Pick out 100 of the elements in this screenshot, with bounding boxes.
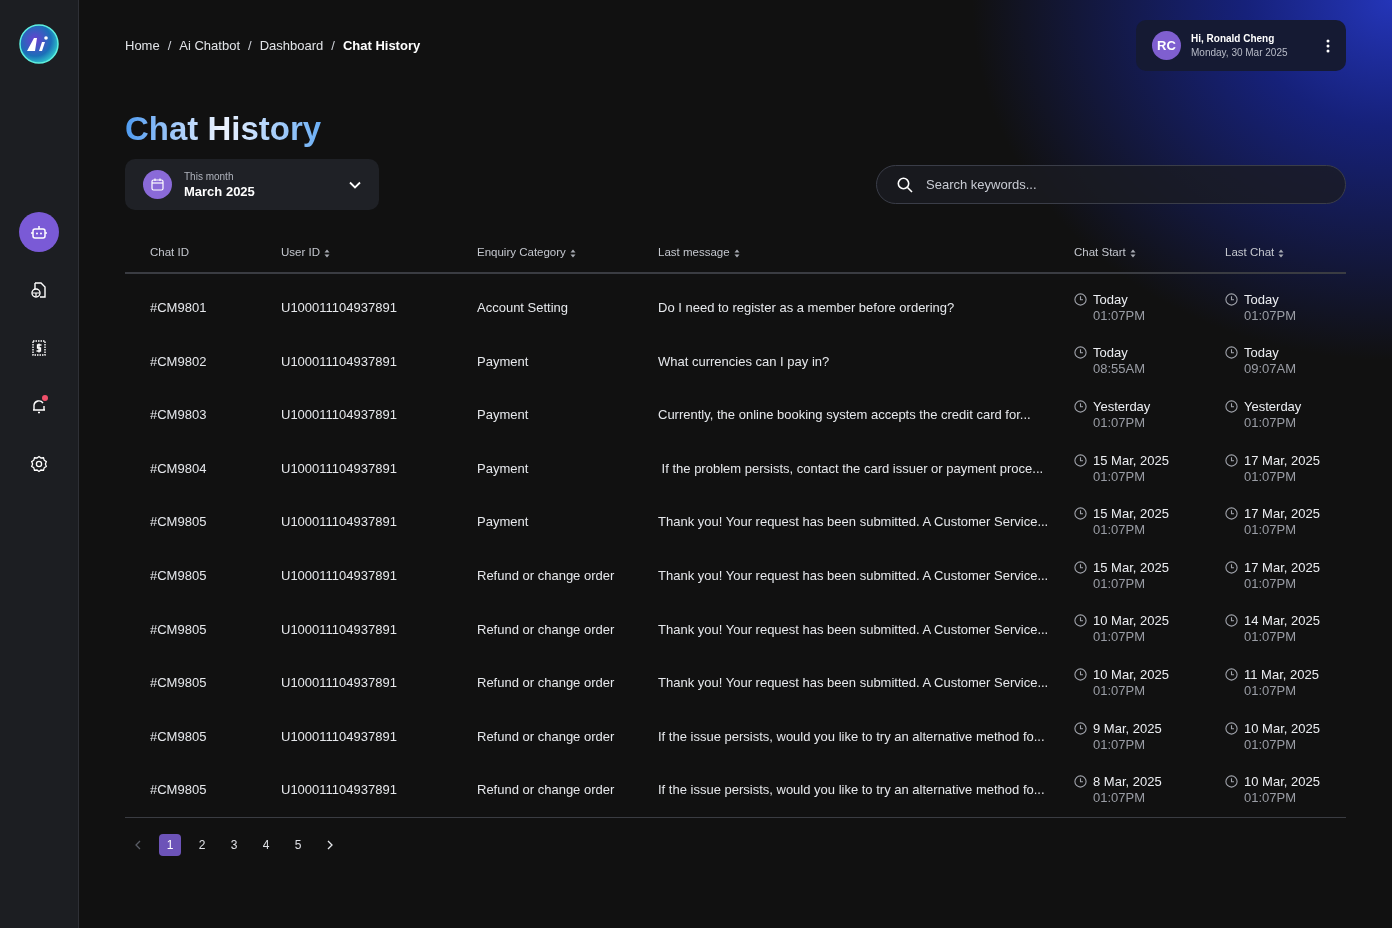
page-button[interactable]: 3 [223,833,245,856]
table-cell-text: U100011104937891 [281,567,397,585]
clock-icon [1074,560,1087,574]
page-button[interactable]: 5 [287,833,309,856]
date-text: 8 Mar, 2025 [1093,774,1162,791]
time-text: 01:07PM [1093,575,1147,592]
column-header[interactable]: Chat Start [1074,244,1126,262]
date-text: 10 Mar, 2025 [1244,774,1320,791]
column-header[interactable]: User ID [281,244,320,262]
page-button[interactable]: 1 [159,833,181,856]
table-cell-text: #CM9805 [150,727,207,746]
bell-icon [30,397,48,415]
sort-icon[interactable] [1278,248,1285,258]
table-cell-text: Refund or change order [477,781,615,800]
table-cell-text: If the problem persists, contact the card issuer or payment proce... [660,459,1044,478]
date-text: 14 Mar, 2025 [1244,613,1320,630]
column-header: Chat ID [150,245,189,261]
clock-icon [1074,614,1087,628]
table-cell-text: What currencies can I pay in? [658,352,830,371]
clock-icon [1225,453,1238,467]
date-text: 15 Mar, 2025 [1093,559,1169,576]
time-text: 01:07PM [1244,736,1298,753]
date-text: Today [1244,291,1280,308]
more-icon[interactable] [1326,38,1330,53]
date-text: 10 Mar, 2025 [1093,666,1169,683]
time-text: 08:55AM [1093,361,1146,378]
table-cell-text: #CM9801 [150,299,207,318]
table-cell-text: #CM9805 [150,567,207,585]
breadcrumb-link[interactable]: Dashboard [259,36,324,56]
table-cell-text: Thank you! Your request has been submitted. A Customer Service... [658,620,1049,639]
document-icon [30,281,48,299]
column-header[interactable]: Last Chat [1225,244,1275,262]
column-header[interactable]: Enquiry Category [477,244,566,262]
chevron-left-icon [135,839,141,850]
time-text: 01:07PM [1093,415,1147,431]
breadcrumb-separator: / [167,37,172,55]
search-icon [897,177,913,193]
breadcrumb-link[interactable]: Chat History [342,36,421,56]
page-button[interactable]: 2 [191,833,213,856]
sort-icon[interactable] [1129,248,1136,258]
column-header[interactable]: Last message [658,244,730,262]
page-button[interactable]: 4 [255,833,277,856]
table-cell-text: If the issue persists, would you like to try an alternative method fo... [658,781,1045,800]
table-cell-text: Refund or change order [477,567,615,585]
logo-icon [19,24,59,64]
breadcrumb-separator: / [331,37,335,55]
clock-icon [1225,721,1238,735]
table-cell-text: U100011104937891 [281,352,397,371]
table-cell-text: U100011104937891 [281,459,397,478]
table-cell-text: Do I need to register as a member before ordering? [658,299,955,318]
table-cell-text: #CM9802 [150,352,207,371]
date-text: 11 Mar, 2025 [1244,666,1319,683]
search-field[interactable]: Search keywords... [876,165,1346,204]
clock-icon [1074,453,1087,467]
clock-icon [1225,560,1238,574]
date-text: 10 Mar, 2025 [1093,613,1169,630]
date-text: 15 Mar, 2025 [1093,452,1169,469]
table-cell-text: U100011104937891 [281,727,397,746]
sort-icon[interactable] [324,248,330,258]
time-text: 01:07PM [1244,682,1298,699]
date-text: 15 Mar, 2025 [1093,506,1169,523]
clock-icon [1074,400,1087,413]
sidebar-item[interactable] [19,212,59,252]
breadcrumb-link[interactable]: Home [125,36,160,56]
clock-icon [1225,346,1238,360]
clock-icon [1225,614,1238,628]
table-cell-text: Thank you! Your request has been submitted. A Customer Service... [658,567,1049,585]
table-cell-text: U100011104937891 [281,406,397,425]
table-cell-text: If the issue persists, would you like to try an alternative method fo... [658,727,1045,746]
sort-icon[interactable] [733,248,740,258]
table-cell-text: #CM9804 [150,459,207,478]
time-text: 01:07PM [1093,307,1146,324]
chevron-down-icon [349,180,361,189]
date-text: Today [1244,345,1280,362]
table-cell-text: Refund or change order [477,674,615,693]
clock-icon [1225,667,1238,681]
period-dropdown[interactable]: This month March 2025 [125,159,379,210]
table-cell-text: Payment [477,459,529,478]
time-text: 01:07PM [1244,415,1298,431]
date-text: 17 Mar, 2025 [1244,559,1320,576]
time-text: 01:07PM [1093,682,1147,699]
breadcrumb-separator: / [248,37,252,55]
dollar-receipt-icon [30,339,48,357]
date-text: Today [1093,345,1129,362]
calendar-icon [143,170,172,199]
table-cell-text: Thank you! Your request has been submitted. A Customer Service... [658,513,1049,532]
table-cell-text: Refund or change order [477,620,615,639]
breadcrumb-link[interactable]: Ai Chatbot [179,36,240,56]
table-cell-text: #CM9805 [150,674,207,693]
clock-icon [1074,721,1087,735]
table-cell-text: U100011104937891 [281,299,397,318]
time-text: 09:07AM [1244,361,1297,378]
sort-icon[interactable] [569,248,576,258]
clock-icon [1225,775,1238,789]
table-cell-text: Account Setting [477,299,569,318]
table-cell-text: Refund or change order [477,727,615,746]
time-text: 01:07PM [1244,307,1297,324]
clock-icon [1074,775,1087,789]
table-cell-text: Payment [477,406,529,425]
time-text: 01:07PM [1244,790,1298,807]
